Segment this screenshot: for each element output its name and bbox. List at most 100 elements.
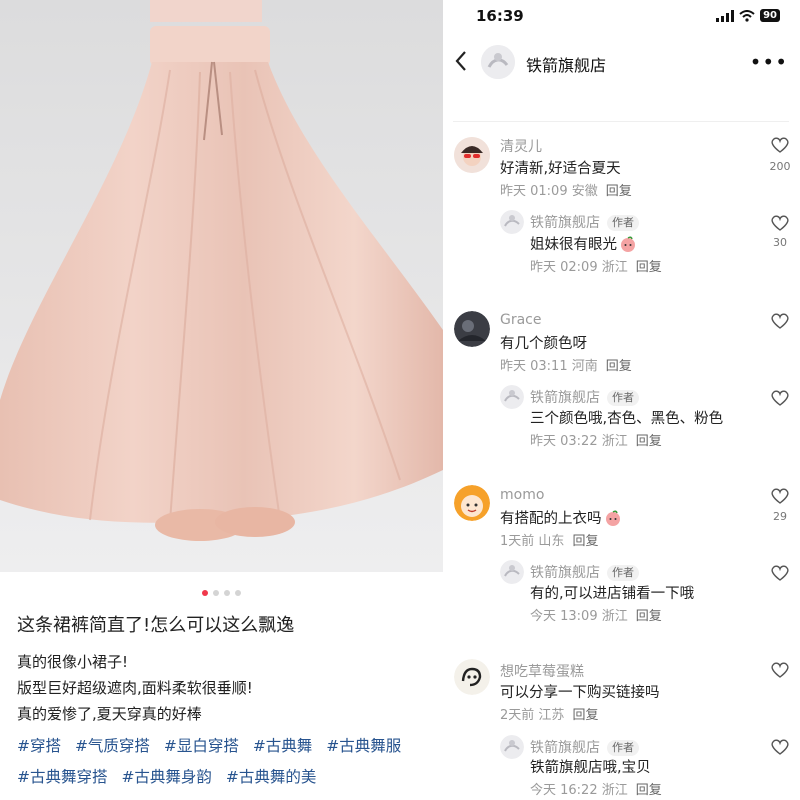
comment-text: 有几个颜色呀 — [500, 336, 587, 352]
reply-button[interactable]: 回复 — [606, 184, 632, 199]
more-dots-icon[interactable]: ••• — [750, 50, 788, 74]
reply-meta: 今天 16:22 浙江 回复 — [530, 779, 662, 798]
reply-button[interactable]: 回复 — [636, 260, 662, 275]
store-avatar[interactable] — [481, 45, 515, 79]
reply-button[interactable]: 回复 — [636, 783, 662, 798]
hashtag[interactable]: #穿搭 — [17, 737, 61, 755]
heart-icon[interactable] — [769, 565, 791, 585]
signal-icon — [716, 9, 735, 22]
comment-text: 可以分享一下购买链接吗 — [500, 685, 660, 701]
reply-button[interactable]: 回复 — [606, 359, 632, 374]
reply-button[interactable]: 回复 — [572, 534, 598, 549]
battery-icon: 90 — [760, 9, 780, 22]
reply-username-text: 铁箭旗舰店 — [530, 740, 600, 756]
reply-text-content: 姐妹很有眼光 — [530, 237, 617, 253]
comment-time: 昨天 01:09 — [500, 184, 568, 199]
hashtag[interactable]: #古典舞穿搭 — [17, 768, 108, 786]
reply-location: 浙江 — [601, 783, 628, 798]
reply-username[interactable]: 铁箭旗舰店 作者 — [530, 387, 639, 407]
hashtag[interactable]: #古典舞身韵 — [121, 768, 212, 786]
comment-text-content: 有搭配的上衣吗 — [500, 511, 602, 527]
reply-button[interactable]: 回复 — [572, 708, 598, 723]
comment-meta: 2天前 江苏 回复 — [500, 704, 598, 723]
divider — [453, 121, 789, 122]
author-badge: 作者 — [607, 215, 639, 231]
heart-icon[interactable] — [769, 313, 791, 333]
comment-meta: 昨天 03:11 河南 回复 — [500, 355, 632, 374]
avatar[interactable] — [454, 659, 490, 695]
avatar[interactable] — [454, 311, 490, 347]
hashtag[interactable]: #气质穿搭 — [75, 737, 150, 755]
carousel-dot[interactable] — [213, 590, 219, 596]
reply-meta: 今天 13:09 浙江 回复 — [530, 605, 662, 624]
heart-icon[interactable] — [769, 137, 791, 157]
reply-meta: 昨天 02:09 浙江 回复 — [530, 256, 662, 275]
author-badge: 作者 — [607, 740, 639, 756]
avatar[interactable] — [454, 485, 490, 521]
author-badge: 作者 — [607, 565, 639, 581]
reply-username[interactable]: 铁箭旗舰店 作者 — [530, 737, 639, 757]
reply-text: 铁箭旗舰店哦,宝贝 — [530, 760, 651, 776]
reply-time: 昨天 02:09 — [530, 260, 598, 275]
comments-panel: 16:39 90 铁箭旗舰店 ••• 清灵儿 好清新,好适合夏天 昨天 01:0… — [443, 0, 800, 800]
reply-username[interactable]: 铁箭旗舰店 作者 — [530, 212, 639, 232]
avatar[interactable] — [454, 137, 490, 173]
comment-location: 山东 — [538, 534, 565, 549]
comment-username[interactable]: 清灵儿 — [500, 136, 542, 156]
status-time: 16:39 — [476, 7, 524, 25]
chevron-left-icon[interactable] — [454, 50, 468, 76]
hashtag-list: #穿搭 #气质穿搭 #显白穿搭 #古典舞 #古典舞服 #古典舞穿搭 #古典舞身韵… — [17, 731, 437, 793]
comment-username[interactable]: Grace — [500, 312, 542, 328]
comment-time: 昨天 03:11 — [500, 359, 568, 374]
carousel-dot[interactable] — [235, 590, 241, 596]
post-photo[interactable] — [0, 0, 443, 572]
hashtag[interactable]: #古典舞服 — [326, 737, 401, 755]
status-bar: 16:39 90 — [443, 0, 800, 34]
like-count: 200 — [769, 160, 791, 173]
comment-location: 江苏 — [538, 708, 565, 723]
heart-icon[interactable] — [769, 739, 791, 759]
post-title: 这条裙裤简直了!怎么可以这么飘逸 — [17, 615, 295, 636]
comment-text: 好清新,好适合夏天 — [500, 161, 621, 177]
heart-icon[interactable] — [769, 488, 791, 508]
carousel-indicator — [0, 590, 443, 596]
reply-username-text: 铁箭旗舰店 — [530, 390, 600, 406]
heart-icon[interactable] — [769, 662, 791, 682]
reply-location: 浙江 — [601, 260, 628, 275]
store-avatar[interactable] — [500, 210, 524, 234]
reply-time: 昨天 03:22 — [530, 434, 598, 449]
comment-username[interactable]: 想吃草莓蛋糕 — [500, 661, 584, 681]
hashtag[interactable]: #古典舞 — [253, 737, 313, 755]
comment-username[interactable]: momo — [500, 487, 544, 503]
reply-text: 姐妹很有眼光 — [530, 233, 636, 254]
post-body: 真的很像小裙子! 版型巨好超级遮肉,面料柔软很垂顺! 真的爱惨了,夏天穿真的好棒 — [17, 649, 253, 727]
reply-username-text: 铁箭旗舰店 — [530, 565, 600, 581]
comment-meta: 1天前 山东 回复 — [500, 530, 598, 549]
heart-icon[interactable] — [769, 390, 791, 410]
store-name[interactable]: 铁箭旗舰店 — [526, 52, 606, 76]
reply-button[interactable]: 回复 — [636, 609, 662, 624]
reply-username[interactable]: 铁箭旗舰店 作者 — [530, 562, 639, 582]
skirt-photo-illustration — [0, 0, 443, 572]
reply-text: 有的,可以进店铺看一下哦 — [530, 586, 695, 602]
comment-time: 1天前 — [500, 534, 535, 549]
reply-button[interactable]: 回复 — [636, 434, 662, 449]
store-avatar[interactable] — [500, 735, 524, 759]
reply-meta: 昨天 03:22 浙江 回复 — [530, 430, 662, 449]
store-avatar[interactable] — [500, 385, 524, 409]
status-icons: 90 — [716, 9, 780, 22]
comment-location: 河南 — [571, 359, 598, 374]
reply-username-text: 铁箭旗舰店 — [530, 215, 600, 231]
wifi-icon — [739, 9, 755, 22]
heart-icon[interactable] — [769, 215, 791, 235]
hashtag[interactable]: #古典舞的美 — [226, 768, 317, 786]
carousel-dot[interactable] — [202, 590, 208, 596]
hashtag[interactable]: #显白穿搭 — [164, 737, 239, 755]
reply-location: 浙江 — [601, 434, 628, 449]
peach-emoji-icon — [605, 510, 621, 526]
comment-location: 安徽 — [571, 184, 598, 199]
store-avatar[interactable] — [500, 560, 524, 584]
nav-bar: 铁箭旗舰店 ••• — [443, 40, 800, 86]
comment-time: 2天前 — [500, 708, 535, 723]
carousel-dot[interactable] — [224, 590, 230, 596]
